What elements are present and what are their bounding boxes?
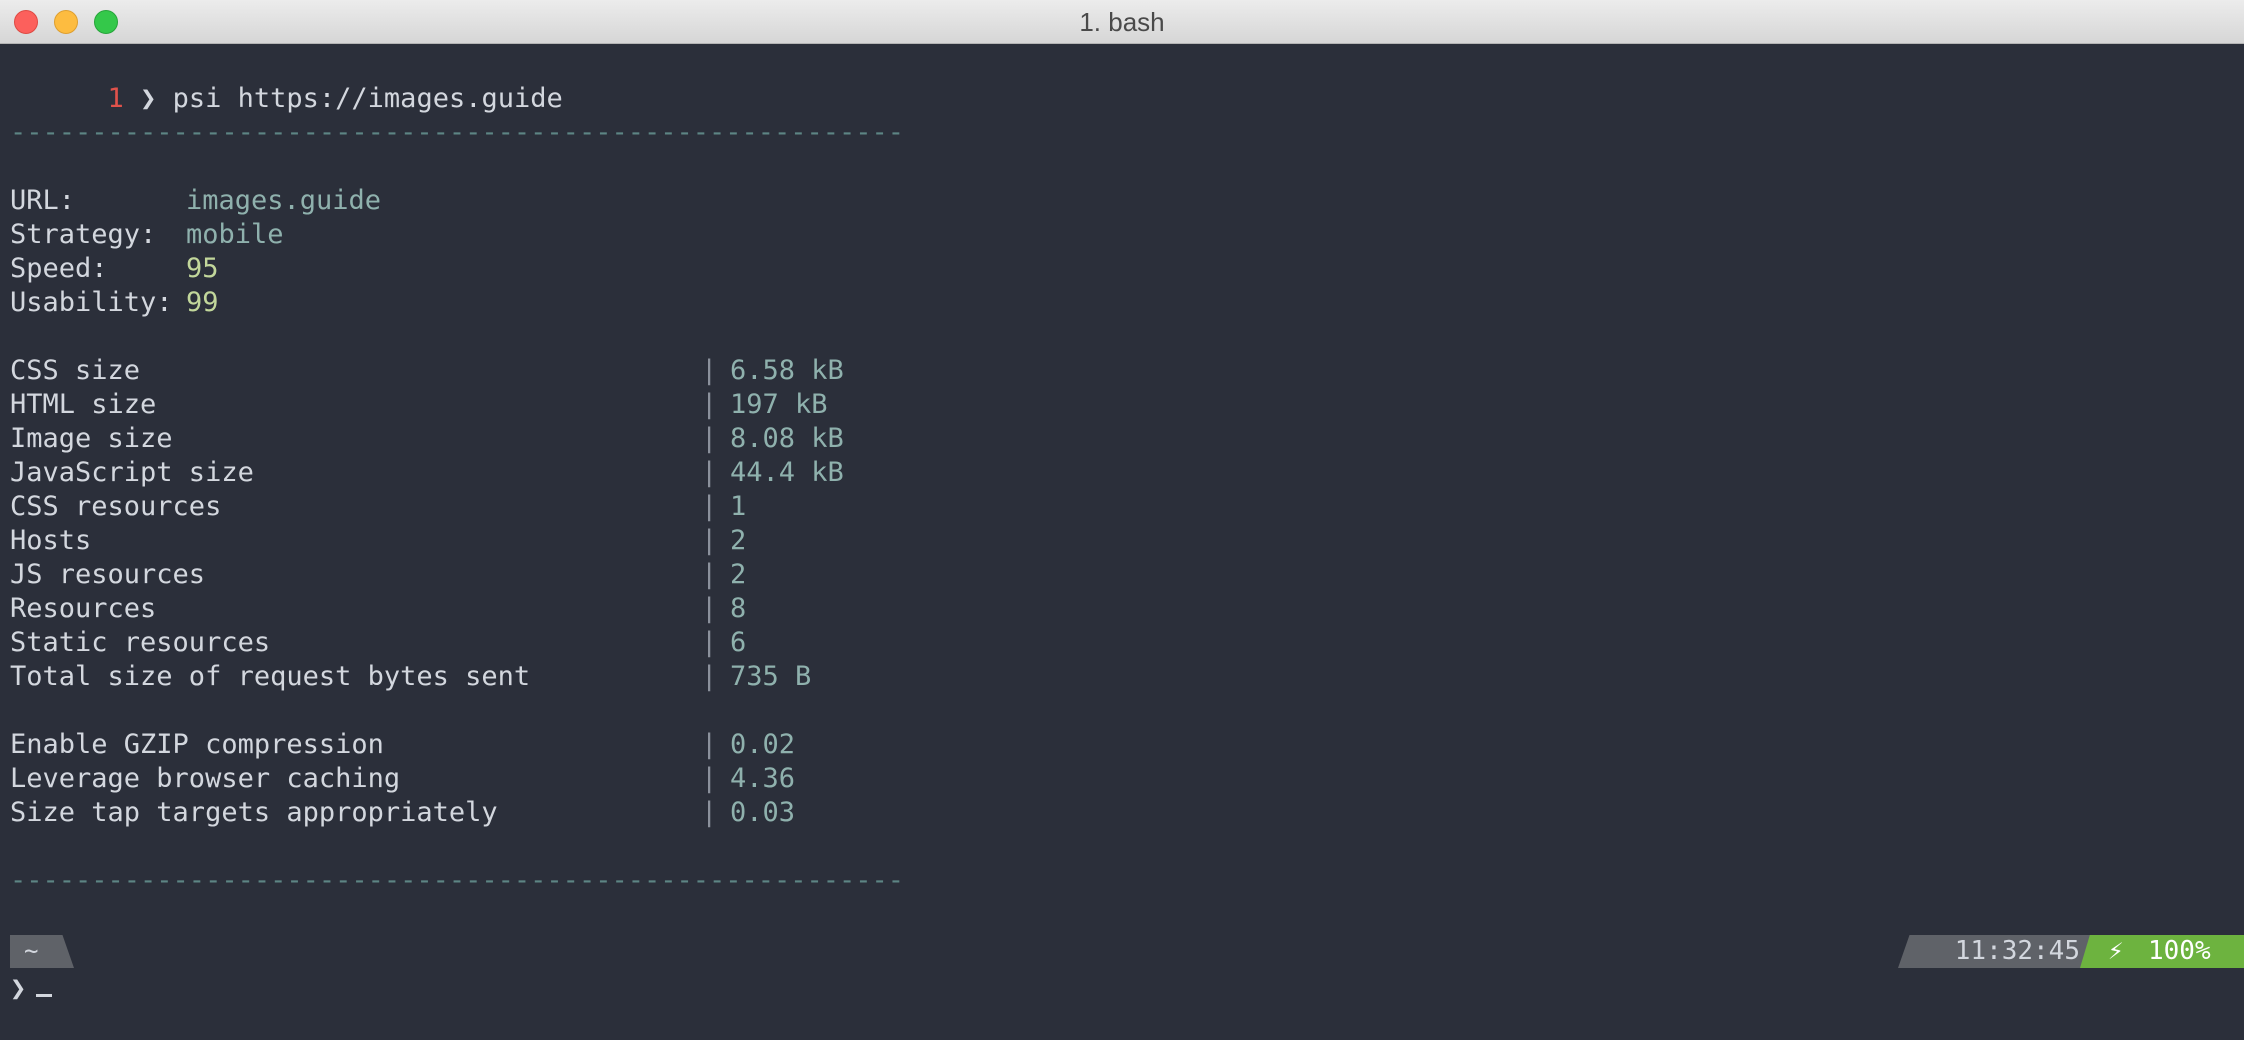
terminal-window: 1. bash 1 ❯ psi https://images.guide ---…: [0, 0, 2244, 1040]
command-text: psi https://images.guide: [172, 83, 563, 114]
stat-label: Static resources: [10, 627, 271, 658]
rule-value: 4.36: [730, 763, 796, 794]
column-divider: |: [701, 389, 718, 420]
prompt-number: 1: [107, 83, 124, 114]
column-divider: |: [701, 457, 718, 488]
stat-value: 8: [730, 593, 747, 624]
column-divider: |: [701, 525, 718, 556]
stat-row: Total size of request bytes sent | 735 B: [10, 660, 1010, 694]
column-divider: |: [701, 627, 718, 658]
stat-label: Resources: [10, 593, 157, 624]
clock-segment: 11:32:45: [1898, 935, 2090, 968]
battery-percentage: 100%: [2148, 936, 2211, 966]
stat-row: JS resources | 2: [10, 558, 1010, 592]
column-divider: |: [701, 491, 718, 522]
text-cursor: [36, 994, 53, 997]
stat-label: Hosts: [10, 525, 92, 556]
summary-value: images.guide: [186, 185, 382, 216]
stat-row: Resources | 8: [10, 592, 1010, 626]
terminal-output[interactable]: 1 ❯ psi https://images.guide -----------…: [10, 44, 2244, 1040]
column-divider: |: [701, 729, 718, 760]
summary-url: URL: images.guide: [10, 184, 610, 218]
stat-label: Total size of request bytes sent: [10, 661, 531, 692]
window-title: 1. bash: [1079, 7, 1165, 37]
stat-row: Image size | 8.08 kB: [10, 422, 1010, 456]
rule-value: 0.02: [730, 729, 796, 760]
rule-label: Size tap targets appropriately: [10, 797, 498, 828]
rule-row: Size tap targets appropriately | 0.03: [10, 796, 1010, 830]
command-line: 1 ❯ psi https://images.guide: [10, 48, 563, 114]
stat-value: 735 B: [730, 661, 812, 692]
column-divider: |: [701, 763, 718, 794]
stat-label: JavaScript size: [10, 457, 254, 488]
title-bar[interactable]: 1. bash: [0, 0, 2244, 44]
column-divider: |: [701, 559, 718, 590]
rule-label: Leverage browser caching: [10, 763, 401, 794]
column-divider: |: [701, 423, 718, 454]
stat-value: 197 kB: [730, 389, 828, 420]
stat-row: JavaScript size | 44.4 kB: [10, 456, 1010, 490]
stat-value: 2: [730, 525, 747, 556]
stat-row: HTML size | 197 kB: [10, 388, 1010, 422]
stat-row: Static resources | 6: [10, 626, 1010, 660]
summary-key: URL:: [10, 185, 76, 216]
stat-label: CSS size: [10, 355, 141, 386]
column-divider: |: [701, 593, 718, 624]
summary-speed: Speed: 95: [10, 252, 610, 286]
stat-value: 44.4 kB: [730, 457, 844, 488]
summary-key: Strategy:: [10, 219, 157, 250]
battery-segment: ⚡ 100%: [2080, 935, 2244, 968]
summary-key: Usability:: [10, 287, 173, 318]
separator-top: ----------------------------------------…: [10, 117, 905, 148]
charging-bolt-icon: ⚡: [2108, 936, 2124, 966]
stat-value: 6.58 kB: [730, 355, 844, 386]
summary-strategy: Strategy: mobile: [10, 218, 610, 252]
stat-label: HTML size: [10, 389, 157, 420]
summary-value: 95: [186, 253, 219, 284]
input-prompt[interactable]: ❯: [10, 972, 53, 1006]
stat-label: CSS resources: [10, 491, 222, 522]
column-divider: |: [701, 355, 718, 386]
stat-value: 8.08 kB: [730, 423, 844, 454]
stat-label: Image size: [10, 423, 173, 454]
rule-row: Enable GZIP compression | 0.02: [10, 728, 1010, 762]
summary-usability: Usability: 99: [10, 286, 610, 320]
prompt-arrow: ❯: [10, 973, 27, 1004]
rule-row: Leverage browser caching | 4.36: [10, 762, 1010, 796]
stat-row: CSS resources | 1: [10, 490, 1010, 524]
stat-value: 6: [730, 627, 747, 658]
column-divider: |: [701, 661, 718, 692]
stat-value: 1: [730, 491, 747, 522]
column-divider: |: [701, 797, 718, 828]
stat-row: Hosts | 2: [10, 524, 1010, 558]
stat-row: CSS size | 6.58 kB: [10, 354, 1010, 388]
prompt-arrow: ❯: [140, 83, 157, 114]
rule-label: Enable GZIP compression: [10, 729, 384, 760]
rule-value: 0.03: [730, 797, 796, 828]
summary-value: 99: [186, 287, 219, 318]
stat-label: JS resources: [10, 559, 206, 590]
stat-value: 2: [730, 559, 747, 590]
summary-key: Speed:: [10, 253, 108, 284]
separator-bottom: ----------------------------------------…: [10, 865, 905, 896]
summary-value: mobile: [186, 219, 284, 250]
